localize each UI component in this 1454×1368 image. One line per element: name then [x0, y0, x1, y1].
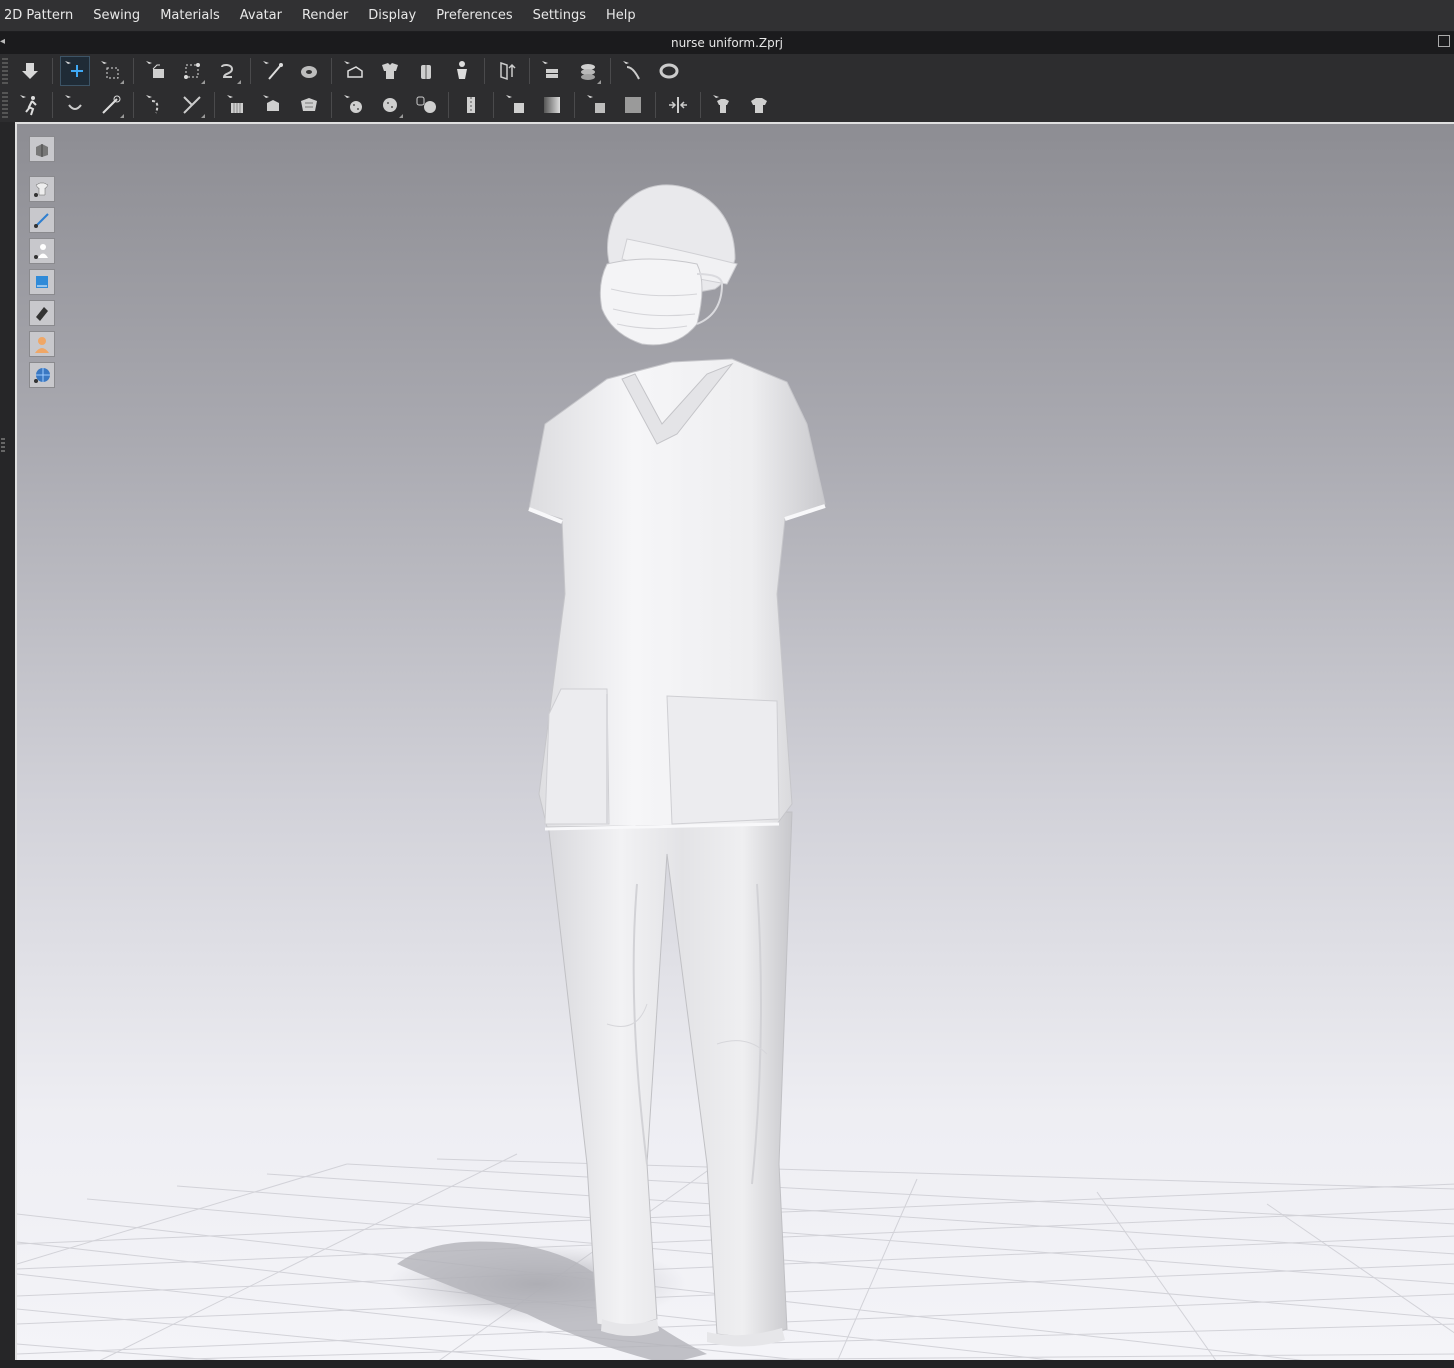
toolbar-separator — [448, 92, 449, 118]
avatar-skin-icon[interactable] — [29, 331, 55, 357]
tape-icon[interactable] — [295, 57, 323, 85]
toolbar-separator — [484, 58, 485, 84]
button-icon[interactable] — [340, 91, 368, 119]
3d-viewport[interactable] — [15, 122, 1454, 1362]
toolbar-separator — [700, 92, 701, 118]
toolbar-3d-main — [0, 54, 1454, 88]
arrangement-icon[interactable] — [376, 57, 404, 85]
left-dock-strip — [0, 122, 15, 1368]
fold-arrangement-icon[interactable] — [142, 57, 170, 85]
buttonhole-icon[interactable] — [376, 91, 404, 119]
strengthen-icon[interactable] — [493, 57, 521, 85]
layer-stack-icon[interactable] — [574, 57, 602, 85]
view-cube-icon[interactable] — [29, 136, 55, 162]
simulate-icon[interactable] — [16, 57, 44, 85]
menu-preferences[interactable]: Preferences — [426, 0, 522, 31]
toolbar-separator — [331, 92, 332, 118]
scrub-top — [528, 358, 826, 831]
toolbar-separator — [655, 92, 656, 118]
world-icon[interactable] — [29, 362, 55, 388]
avatar-pose-icon[interactable] — [16, 91, 44, 119]
window-title: nurse uniform.Zprj — [670, 36, 784, 50]
toolbar-separator — [214, 92, 215, 118]
cap-and-mask — [599, 184, 738, 346]
pin-icon[interactable] — [259, 57, 287, 85]
toolbar-separator — [331, 58, 332, 84]
edit-needle-icon[interactable] — [97, 91, 125, 119]
toolbar-separator — [574, 92, 575, 118]
toolbar-separator — [493, 92, 494, 118]
float-window-icon[interactable] — [1438, 35, 1450, 47]
puckering-icon[interactable] — [223, 91, 251, 119]
fabric-box-icon[interactable] — [340, 57, 368, 85]
toolbar-3d-secondary — [0, 88, 1454, 122]
show-garment-icon[interactable] — [29, 176, 55, 202]
select-move-icon[interactable] — [60, 56, 90, 86]
arrangement-body-icon[interactable] — [412, 57, 440, 85]
trim-icon[interactable] — [295, 91, 323, 119]
toolbar-separator — [529, 58, 530, 84]
bottom-border — [0, 1360, 1454, 1368]
toolbar-separator — [52, 58, 53, 84]
show-sewing-icon[interactable] — [29, 207, 55, 233]
circumference-icon[interactable] — [655, 57, 683, 85]
menu-render[interactable]: Render — [292, 0, 358, 31]
window-title-bar: ◂ nurse uniform.Zprj — [0, 32, 1454, 54]
toolbar-separator — [250, 58, 251, 84]
fold-arrangement-2-icon[interactable] — [178, 57, 206, 85]
garment-icon[interactable] — [709, 91, 737, 119]
toolbar-grip[interactable] — [2, 92, 8, 118]
menu-2d-pattern[interactable]: 2D Pattern — [0, 0, 83, 31]
layer-icon[interactable] — [538, 57, 566, 85]
3d-scene — [17, 184, 1454, 1362]
menu-settings[interactable]: Settings — [523, 0, 596, 31]
dock-handle[interactable] — [1, 438, 5, 452]
edit-sewing-icon[interactable] — [61, 91, 89, 119]
menu-bar: 2D Pattern Sewing Materials Avatar Rende… — [0, 0, 1454, 32]
split-icon[interactable] — [664, 91, 692, 119]
toolbar-separator — [133, 92, 134, 118]
shading-icon[interactable] — [538, 91, 566, 119]
shirring-icon[interactable] — [502, 91, 530, 119]
menu-sewing[interactable]: Sewing — [83, 0, 150, 31]
menu-display[interactable]: Display — [358, 0, 426, 31]
measure-icon[interactable] — [619, 57, 647, 85]
show-avatar-icon[interactable] — [29, 238, 55, 264]
topstitch-edit-icon[interactable] — [178, 91, 206, 119]
toolbar-separator — [610, 58, 611, 84]
topstitch-icon[interactable] — [142, 91, 170, 119]
show-fabric-icon[interactable] — [29, 269, 55, 295]
garment-2-icon[interactable] — [745, 91, 773, 119]
lock-button-icon[interactable] — [412, 91, 440, 119]
texture-icon[interactable] — [583, 91, 611, 119]
fill-icon[interactable] — [619, 91, 647, 119]
toolbar-grip[interactable] — [2, 58, 8, 84]
menu-help[interactable]: Help — [596, 0, 646, 31]
menu-materials[interactable]: Materials — [150, 0, 230, 31]
viewport-toolbar — [29, 136, 55, 393]
toolbar-separator — [52, 92, 53, 118]
fold-icon[interactable] — [214, 57, 242, 85]
show-shading-icon[interactable] — [29, 300, 55, 326]
select-box-icon[interactable] — [97, 57, 125, 85]
zipper-pull-icon[interactable] — [457, 91, 485, 119]
menu-avatar[interactable]: Avatar — [230, 0, 292, 31]
zipper-icon[interactable] — [259, 91, 287, 119]
avatar-arrangement-icon[interactable] — [448, 57, 476, 85]
toolbar-separator — [133, 58, 134, 84]
